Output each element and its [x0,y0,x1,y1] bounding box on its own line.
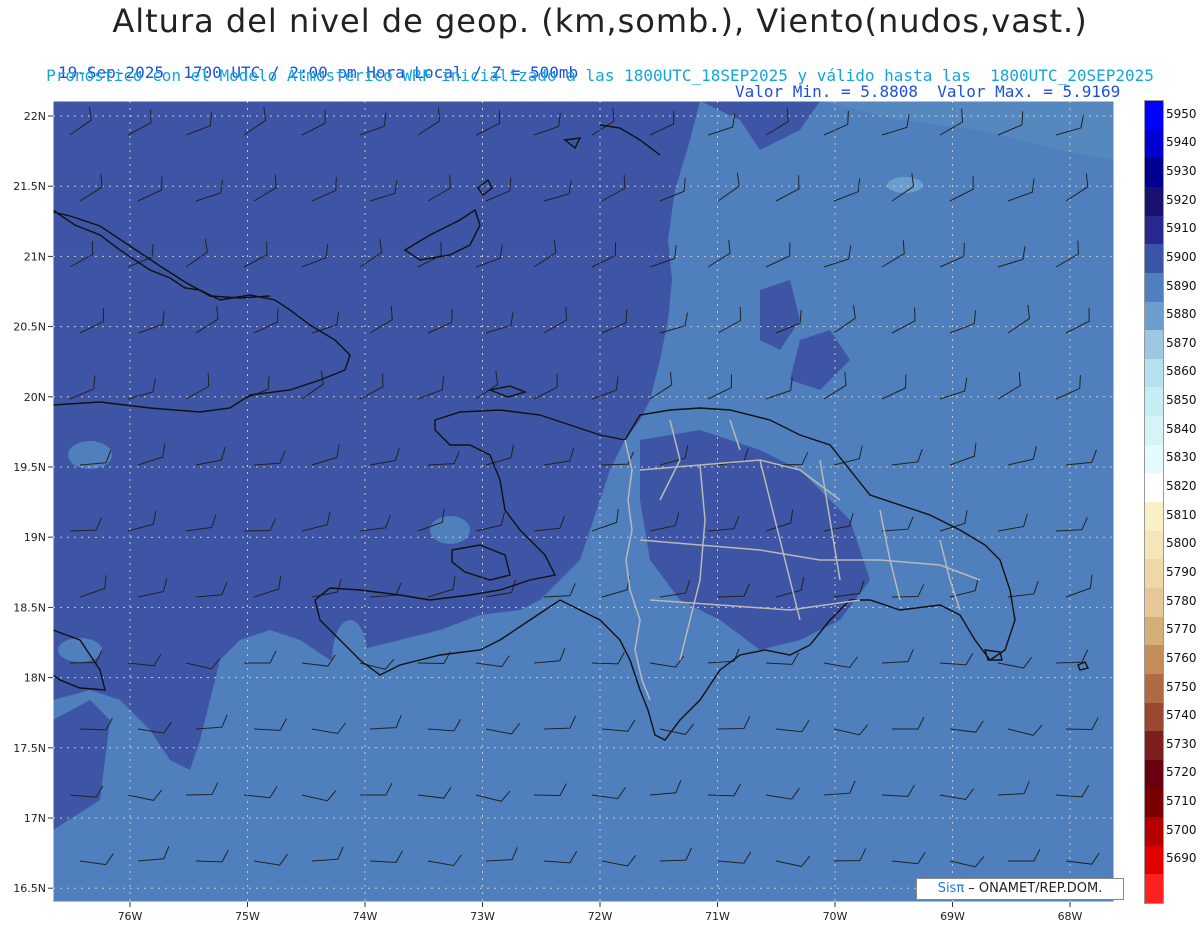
color-scale-label: 5850 [1166,393,1197,408]
color-scale-label: 5790 [1166,564,1197,579]
lon-label: 71W [705,910,730,923]
color-scale-label: 5780 [1166,593,1197,608]
color-scale-cell [1145,587,1163,618]
credit-text: – ONAMET/REP.DOM. [964,881,1103,896]
color-scale-cell [1145,158,1163,188]
color-scale-cell [1145,101,1163,131]
credit-box: Sisπ – ONAMET/REP.DOM. [916,878,1124,900]
color-scale-label: 5870 [1166,335,1197,350]
color-scale-label: 5880 [1166,307,1197,322]
color-scale-cell [1145,817,1163,847]
geopotential-field [53,101,1114,902]
color-scale-cell [1145,616,1163,646]
color-scale-cell [1145,301,1163,331]
color-scale-cell [1145,358,1163,388]
color-scale-label: 5720 [1166,765,1197,780]
color-scale-cell [1145,387,1163,417]
lat-label: 17N [24,812,46,825]
color-scale-label: 5710 [1166,794,1197,809]
color-scale-cell [1145,330,1163,360]
color-scale-label: 5740 [1166,708,1197,723]
lat-label: 16.5N [13,882,46,895]
color-scale-cell [1145,215,1163,245]
lon-label: 76W [118,910,143,923]
lat-label: 18.5N [13,601,46,614]
longitude-labels: 76W 75W 74W 73W 72W 71W 70W 69W 68W [118,910,1083,923]
lon-label: 68W [1058,910,1083,923]
map-canvas[interactable]: 22N 21.5N 21N 20.5N 20N 19.5N 19N 18.5N 18N 17.5N… [0,0,1200,927]
lat-label: 20N [24,391,46,404]
color-scale-cell [1145,530,1163,560]
color-scale-label: 5950 [1166,106,1197,121]
lat-label: 18N [24,672,46,685]
field-patch [332,620,368,700]
color-scale-cell [1145,473,1163,503]
color-scale-label: 5700 [1166,822,1197,837]
lat-label: 19.5N [13,461,46,474]
color-scale-label: 5820 [1166,479,1197,493]
lon-label: 75W [235,910,260,923]
color-scale-cell [1145,186,1163,217]
lat-label: 21.5N [13,180,46,193]
lon-label: 70W [823,910,848,923]
brand-label: Sisπ [937,881,965,896]
color-scale-label: 5810 [1166,507,1197,522]
color-scale-label: 5800 [1166,536,1197,551]
color-scale-cell [1145,788,1163,818]
color-scale-cell [1145,502,1163,532]
color-scale-cell [1145,673,1163,703]
color-scale-cell [1145,559,1163,589]
color-scale-cell [1145,444,1163,474]
color-scale-cell [1145,845,1163,875]
color-scale-cell [1145,129,1163,159]
color-scale-label: 5910 [1166,221,1197,236]
color-scale-label: 5890 [1166,278,1197,293]
color-scale-cell [1145,731,1163,761]
color-scale-label: 5760 [1166,650,1197,665]
lon-label: 73W [470,910,495,923]
color-scale-label: 5900 [1166,249,1197,264]
lat-label: 20.5N [13,321,46,334]
lon-label: 72W [588,910,613,923]
color-scale-label: 5830 [1166,450,1197,465]
lat-label: 22N [24,110,46,123]
lat-label: 21N [24,250,46,263]
color-scale-label: 5840 [1166,421,1197,436]
field-patch [68,441,112,469]
color-scale-label: 5860 [1166,364,1197,379]
color-scale-label: 5690 [1166,851,1197,866]
color-scale-bar [1144,100,1164,904]
lat-label: 17.5N [13,742,46,755]
lon-label: 69W [940,910,965,923]
color-scale-cell [1145,874,1163,904]
latitude-labels: 22N 21.5N 21N 20.5N 20N 19.5N 19N 18.5N 18N 17.5N… [13,110,46,895]
field-patch [58,638,102,662]
color-scale-cell [1145,272,1163,302]
color-scale-cell [1145,759,1163,789]
field-patch [430,516,470,544]
lon-label: 74W [353,910,378,923]
color-scale-label: 5770 [1166,622,1197,637]
color-scale-cell [1145,416,1163,446]
field-patch [887,177,923,193]
color-scale-label: 5940 [1166,135,1197,150]
color-scale-cell [1145,645,1163,675]
color-scale-cell [1145,244,1163,274]
color-scale-label: 5730 [1166,736,1197,751]
color-scale-label: 5750 [1166,679,1197,694]
lat-label: 19N [24,531,46,544]
color-scale-cell [1145,702,1163,732]
color-scale-label: 5920 [1166,192,1197,207]
color-scale-label: 5930 [1166,163,1197,178]
